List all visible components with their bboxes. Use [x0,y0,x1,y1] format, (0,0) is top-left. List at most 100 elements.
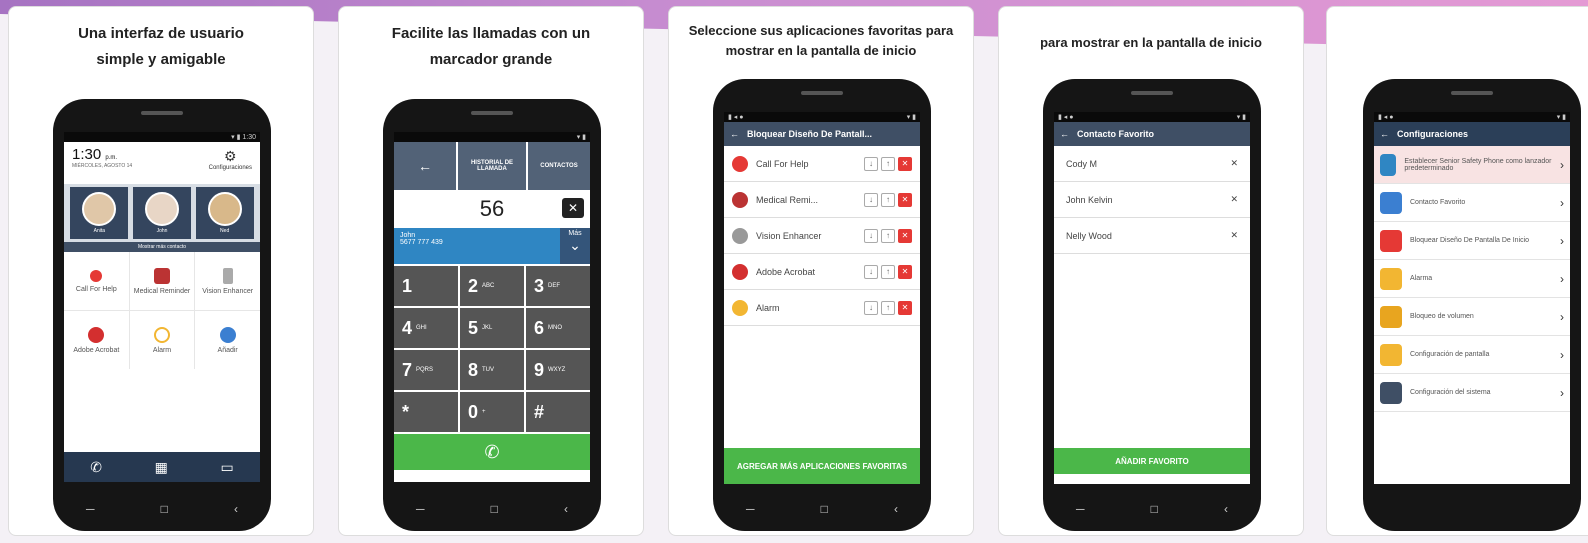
keypad-key[interactable]: 2 ABC [460,266,524,306]
back-icon[interactable]: ─ [746,502,755,516]
back-arrow-icon[interactable]: ← [1380,129,1389,139]
home-icon[interactable]: □ [161,502,168,516]
contacts-button[interactable]: CONTACTOS [528,142,590,190]
more-button[interactable]: Más ⌄ [560,228,590,264]
keypad-key[interactable]: 0 + [460,392,524,432]
show-more-contacts[interactable]: Mostrar más contacto [64,242,260,252]
remove-icon[interactable]: ✕ [898,264,912,279]
chevron-right-icon: › [1560,347,1564,362]
move-up-icon[interactable]: ↑ [881,228,895,243]
add-favorite-apps-button[interactable]: AGREGAR MÁS APLICACIONES FAVORITAS [724,448,920,484]
back-icon[interactable]: ─ [1076,502,1085,516]
keypad-key[interactable]: 9 WXYZ [526,350,590,390]
move-down-icon[interactable]: ↓ [864,192,878,207]
back-arrow-icon[interactable]: ← [1060,129,1069,139]
keypad-key[interactable]: 3 DEF [526,266,590,306]
home-icon[interactable]: □ [1151,502,1158,516]
add-favorite-button[interactable]: AÑADIR FAVORITO [1054,448,1250,474]
call-button[interactable]: ✆ [394,434,590,470]
lock-layout-icon [1380,229,1402,252]
phone-alert-icon [90,269,103,282]
close-icon[interactable]: ✕ [1230,194,1238,205]
recent-icon[interactable]: ‹ [234,502,238,516]
settings-item[interactable]: Contacto Favorito › [1374,184,1570,222]
recent-icon[interactable]: ‹ [564,502,568,516]
lock-screen: ▮ ◂ ● ▾ ▮ ← Bloquear Diseño De Pantall... … [724,112,920,484]
favorite-contact-row[interactable]: Nelly Wood ✕ [1054,218,1250,254]
backspace-icon[interactable]: ✕ [562,198,584,218]
move-up-icon[interactable]: ↑ [881,264,895,279]
move-down-icon[interactable]: ↓ [864,300,878,315]
contact-tile[interactable]: Anita [70,187,129,239]
settings-item[interactable]: Configuración de pantalla › [1374,336,1570,374]
move-up-icon[interactable]: ↑ [881,300,895,315]
app-label: Medical Reminder [133,287,191,295]
move-up-icon[interactable]: ↑ [881,156,895,171]
settings-item[interactable]: Bloqueo de volumen › [1374,298,1570,336]
app-alarm[interactable]: Alarm [129,311,195,369]
home-icon[interactable]: □ [491,502,498,516]
home-icon[interactable]: □ [821,502,828,516]
back-icon[interactable]: ─ [86,502,95,516]
keypad-key[interactable]: 7 PQRS [394,350,458,390]
keypad-key[interactable]: 5 JKL [460,308,524,348]
app-medical-reminder[interactable]: Medical Reminder [129,252,195,310]
suggestion-name: John [400,232,416,239]
settings-item[interactable]: Establecer Senior Safety Phone como lanz… [1374,146,1570,184]
call-history-button[interactable]: HISTORIAL DE LLAMADA [458,142,526,190]
back-icon[interactable]: ─ [416,502,425,516]
settings-shortcut[interactable]: ⚙ Configuraciones [209,148,252,171]
keypad-key[interactable]: * [394,392,458,432]
app-add[interactable]: Añadir [195,311,260,369]
keypad-key[interactable]: 6 MNO [526,308,590,348]
favorite-contact-row[interactable]: Cody M ✕ [1054,146,1250,182]
move-down-icon[interactable]: ↓ [864,228,878,243]
keypad-key[interactable]: 4 GHI [394,308,458,348]
acrobat-icon [88,326,105,343]
close-icon[interactable]: ✕ [1230,230,1238,241]
move-up-icon[interactable]: ↑ [881,192,895,207]
app-vision-enhancer[interactable]: Vision Enhancer [195,252,260,310]
move-down-icon[interactable]: ↓ [864,264,878,279]
screen-title: Bloquear Diseño De Pantall... [747,129,873,139]
remove-icon[interactable]: ✕ [898,228,912,243]
recent-icon[interactable]: ‹ [894,502,898,516]
keypad-key[interactable]: 1 [394,266,458,306]
apps-grid-icon[interactable]: ▦ [155,459,168,476]
device-icon [222,267,233,284]
key-digit: 8 [468,359,479,380]
settings-item-label: Bloquear Diseño De Pantalla De Inicio [1410,237,1530,244]
plus-icon [219,326,236,343]
chevron-right-icon: › [1560,309,1564,324]
phone-icon[interactable]: ✆ [90,459,102,476]
speaker [141,111,183,115]
settings-item[interactable]: Configuración del sistema › [1374,374,1570,412]
device-icon [732,227,748,244]
app-adobe-acrobat[interactable]: Adobe Acrobat [64,311,129,369]
message-icon[interactable]: ▭ [220,459,233,476]
remove-icon[interactable]: ✕ [898,156,912,171]
contact-tile[interactable]: John [132,187,191,239]
lock-app-row: Medical Remi... ↓ ↑ ✕ [724,182,920,218]
key-letters: ABC [482,283,495,289]
screenshot-card-favorites: para mostrar en la pantalla de inicio ▮ … [998,6,1304,536]
contact-tile[interactable]: Ned [195,187,254,239]
system-settings-icon [1380,381,1402,404]
back-arrow-icon[interactable]: ← [730,129,739,139]
settings-item[interactable]: Alarma › [1374,260,1570,298]
remove-icon[interactable]: ✕ [898,192,912,207]
settings-item[interactable]: Bloquear Diseño De Pantalla De Inicio › [1374,222,1570,260]
move-down-icon[interactable]: ↓ [864,156,878,171]
favorite-contact-row[interactable]: John Kelvin ✕ [1054,182,1250,218]
nav-bar: ─ □ ‹ [713,497,931,521]
recent-icon[interactable]: ‹ [1224,502,1228,516]
keypad-key[interactable]: # [526,392,590,432]
close-icon[interactable]: ✕ [1230,158,1238,169]
remove-icon[interactable]: ✕ [898,300,912,315]
app-call-for-help[interactable]: Call For Help [64,252,129,310]
app-label: Alarm [152,346,172,354]
app-label: Vision Enhancer [756,230,822,241]
back-arrow-icon[interactable]: ← [394,142,456,190]
keypad-key[interactable]: 8 TUV [460,350,524,390]
contact-suggestion[interactable]: John 5677 777 439 Más ⌄ [394,228,590,264]
